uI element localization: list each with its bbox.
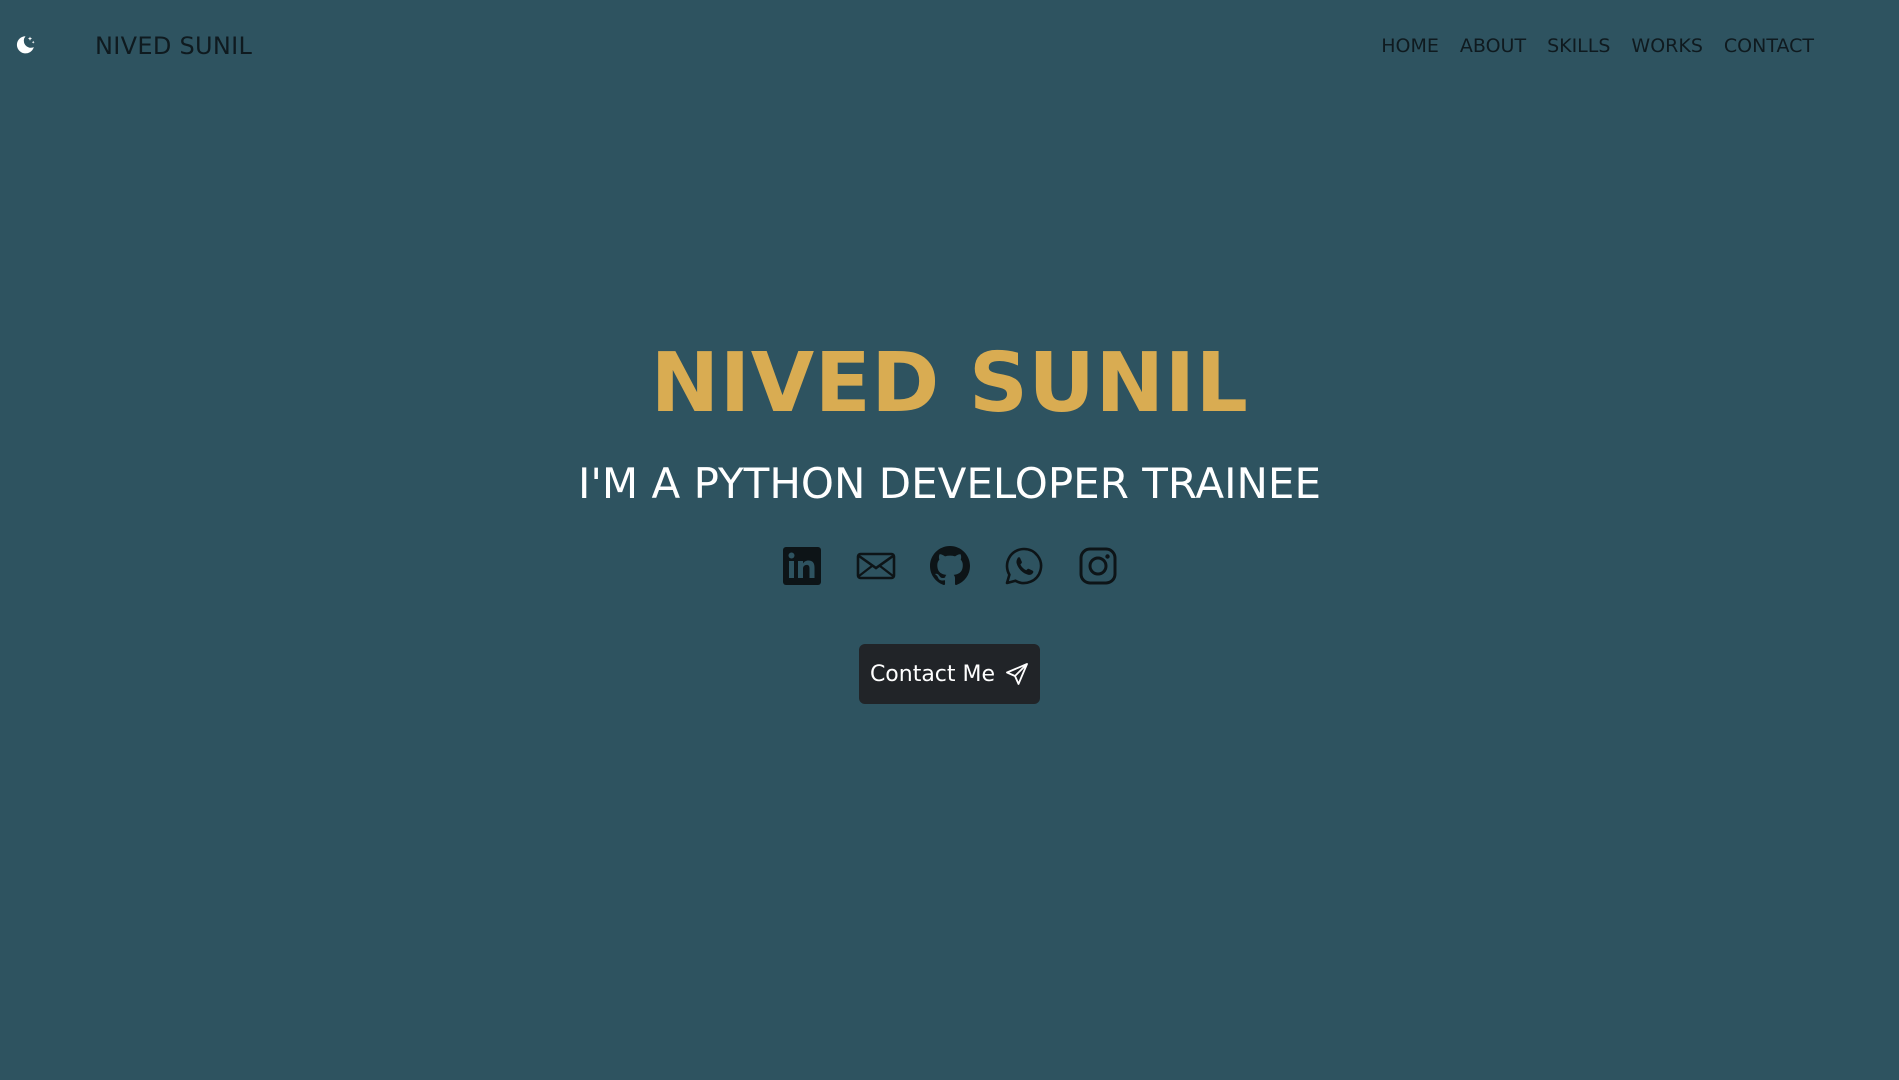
social-links — [0, 546, 1899, 586]
email-link[interactable] — [856, 546, 896, 586]
nav-works[interactable]: WORKS — [1631, 33, 1702, 59]
moon-stars-icon — [16, 36, 35, 54]
nav-about[interactable]: ABOUT — [1460, 33, 1526, 59]
linkedin-link[interactable] — [782, 546, 822, 586]
github-icon — [929, 546, 970, 586]
contact-me-label: Contact Me — [869, 661, 996, 687]
nav-skills[interactable]: SKILLS — [1547, 33, 1610, 59]
main-nav: HOME ABOUT SKILLS WORKS CONTACT — [1381, 33, 1814, 59]
instagram-link[interactable] — [1078, 546, 1118, 586]
instagram-icon — [1079, 547, 1116, 585]
hero-title: NIVED SUNIL — [650, 336, 1249, 431]
theme-toggle-button[interactable] — [13, 33, 37, 57]
brand-logo-text[interactable]: NIVED SUNIL — [95, 30, 252, 62]
page: NIVED SUNIL HOME ABOUT SKILLS WORKS CONT… — [0, 0, 1899, 1080]
whatsapp-link[interactable] — [1004, 546, 1044, 586]
linkedin-icon — [782, 547, 821, 585]
contact-me-button[interactable]: Contact Me — [859, 644, 1040, 704]
send-icon — [1006, 663, 1028, 685]
hero-subtitle: I'M A PYTHON DEVELOPER TRAINEE — [578, 459, 1321, 508]
email-icon — [856, 552, 895, 580]
whatsapp-icon — [1005, 547, 1042, 585]
nav-home[interactable]: HOME — [1381, 33, 1439, 59]
nav-contact[interactable]: CONTACT — [1724, 33, 1814, 59]
github-link[interactable] — [929, 546, 970, 586]
